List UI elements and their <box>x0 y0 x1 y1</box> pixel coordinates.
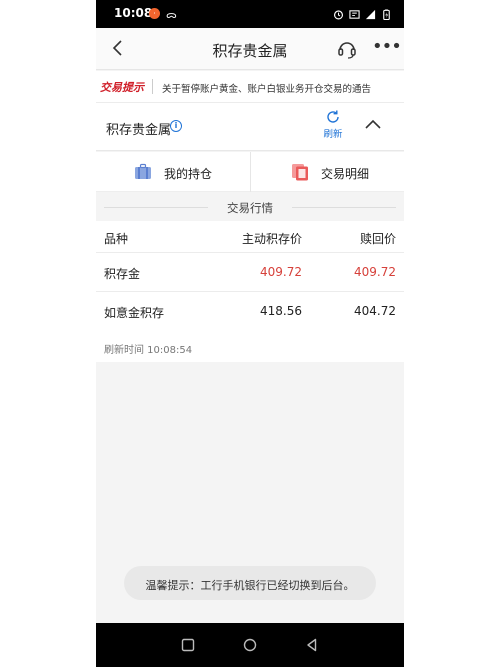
documents-icon <box>292 164 308 181</box>
tab-label-holdings: 我的持仓 <box>164 167 213 181</box>
status-time: 10:08 <box>114 6 153 20</box>
price-table: 品种 主动积存价 赎回价 积存金 409.72 409.72 如意金积存 418… <box>96 221 404 331</box>
alarm-icon <box>333 9 344 19</box>
notice-text[interactable]: 关于暂停账户黄金、账户白银业务开仓交易的通告 <box>162 81 371 95</box>
column-header-buy-price: 主动积存价 <box>241 232 302 246</box>
home-icon[interactable] <box>242 637 258 653</box>
toast-message: 温馨提示：工行手机银行已经切换到后台。 <box>124 566 376 600</box>
redeem-price: 404.72 <box>354 304 396 318</box>
redeem-price: 409.72 <box>354 265 396 279</box>
signal-icon <box>365 9 376 19</box>
refresh-button[interactable]: 刷新 <box>318 109 348 140</box>
refresh-label: 刷新 <box>323 129 343 140</box>
nfc-icon <box>349 9 360 19</box>
wechat-notification-icon: ᯅ <box>166 10 177 21</box>
notice-tag: 交易提示 <box>100 81 144 94</box>
table-row[interactable]: 积存金 409.72 409.72 <box>96 253 404 292</box>
market-title: 交易行情 <box>227 201 273 215</box>
table-row[interactable]: 如意金积存 418.56 404.72 <box>96 292 404 331</box>
recent-apps-icon[interactable] <box>180 637 196 653</box>
status-icons <box>333 7 392 21</box>
chevron-up-icon[interactable] <box>364 117 382 131</box>
status-bar: 10:08 · ᯅ <box>96 0 404 28</box>
toast-text: 温馨提示：工行手机银行已经切换到后台。 <box>145 579 355 592</box>
product-header: 积存贵金属 i 刷新 <box>96 103 404 151</box>
holding-tabs: 我的持仓 交易明细 <box>96 152 404 192</box>
refresh-time-bar: 刷新时间 10:08:54 <box>96 330 404 362</box>
column-header-redeem-price: 赎回价 <box>359 232 396 246</box>
tab-label-details: 交易明细 <box>321 167 370 181</box>
battery-icon <box>383 8 390 20</box>
info-icon[interactable]: i <box>170 120 182 132</box>
app-header: 积存贵金属 ••• <box>96 28 404 70</box>
tab-trade-details[interactable]: 交易明细 <box>250 152 404 192</box>
briefcase-icon <box>135 163 151 179</box>
market-section-header: 交易行情 <box>96 193 404 221</box>
tab-my-holdings[interactable]: 我的持仓 <box>96 152 250 192</box>
product-name: 积存贵金属 <box>106 123 172 138</box>
buy-price: 418.56 <box>260 304 302 318</box>
notice-divider <box>152 79 153 94</box>
system-navigation-bar <box>96 623 404 667</box>
customer-service-headset-icon[interactable] <box>336 38 358 60</box>
back-triangle-icon[interactable] <box>304 637 320 653</box>
phone-screen: 10:08 · ᯅ 积存贵金属 ••• 交易提示 关于暂停账户黄金、账户白银业务… <box>96 0 404 667</box>
variety-name: 积存金 <box>104 267 141 281</box>
app-notification-icon: · <box>149 8 160 19</box>
more-options-icon[interactable]: ••• <box>372 38 402 58</box>
variety-name: 如意金积存 <box>104 306 165 320</box>
column-header-variety: 品种 <box>104 232 129 246</box>
table-header-row: 品种 主动积存价 赎回价 <box>96 221 404 253</box>
trade-notice-banner[interactable]: 交易提示 关于暂停账户黄金、账户白银业务开仓交易的通告 <box>96 71 404 103</box>
refresh-time: 刷新时间 10:08:54 <box>104 345 193 356</box>
buy-price: 409.72 <box>260 265 302 279</box>
refresh-icon <box>327 110 339 123</box>
